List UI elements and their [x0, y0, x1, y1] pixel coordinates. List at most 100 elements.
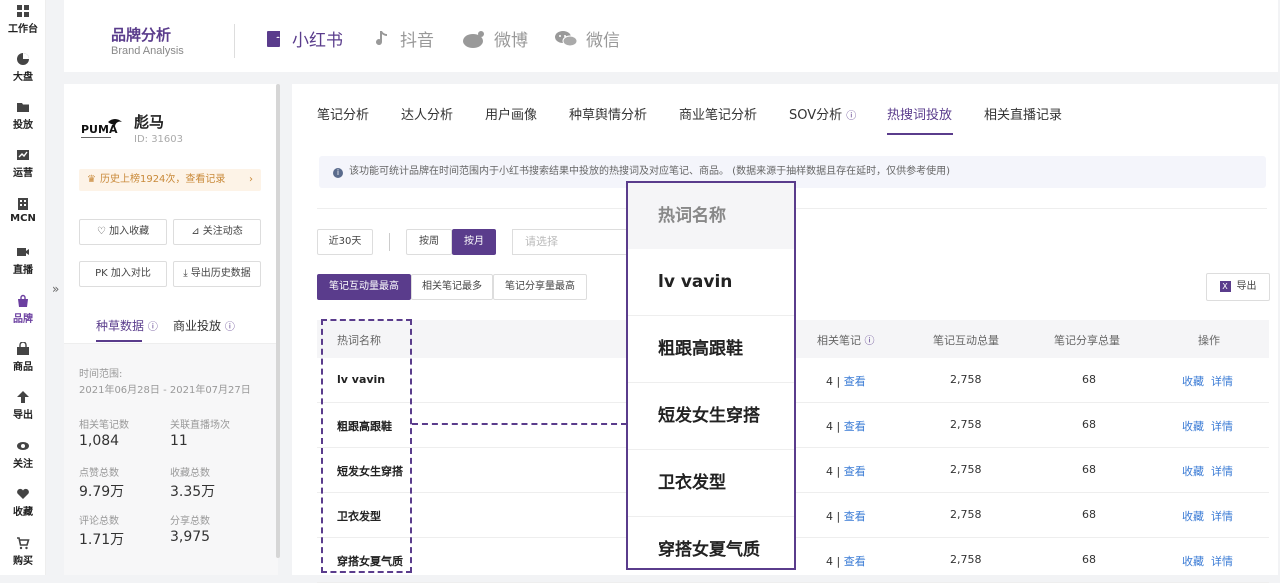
period-select[interactable]: 请选择: [512, 229, 632, 255]
nav-mcn[interactable]: MCN: [0, 197, 46, 224]
tab-live-records[interactable]: 相关直播记录: [984, 104, 1062, 123]
platform-wechat[interactable]: 微信: [554, 26, 620, 51]
tab-user-profile[interactable]: 用户画像: [485, 104, 537, 123]
tab-commercial-notes[interactable]: 商业笔记分析: [679, 104, 757, 123]
detail-link[interactable]: 详情: [1211, 465, 1233, 478]
header-label: 相关笔记: [817, 334, 861, 347]
excel-icon: X: [1219, 281, 1231, 292]
add-compare-button[interactable]: PK 加入对比: [79, 261, 167, 287]
stat-value: 3,975: [170, 529, 211, 545]
sort-interaction-button[interactable]: 笔记互动量最高: [317, 274, 411, 300]
tab-hot-search[interactable]: 热搜词投放: [887, 104, 952, 123]
platform-label: 小红书: [292, 31, 343, 51]
favorite-link[interactable]: 收藏: [1182, 375, 1204, 388]
help-icon: ⓘ: [864, 336, 875, 347]
svg-text:PUMA: PUMA: [81, 123, 118, 136]
header-interaction: 笔记互动总量: [933, 334, 999, 347]
favorite-link[interactable]: 收藏: [1182, 465, 1204, 478]
scrollbar[interactable]: [276, 84, 280, 558]
detail-link[interactable]: 详情: [1211, 555, 1233, 568]
view-link[interactable]: 查看: [844, 555, 866, 568]
nav-goods[interactable]: 商品: [0, 342, 46, 373]
tab-commercial[interactable]: 商业投放 ⓘ: [173, 317, 235, 334]
pk-icon: PK: [95, 268, 111, 279]
stat-label: 相关笔记数: [79, 420, 129, 431]
detail-link[interactable]: 详情: [1211, 375, 1233, 388]
collapse-toggle-icon[interactable]: »: [52, 282, 59, 296]
music-note-icon: [376, 30, 387, 45]
button-label: 加入收藏: [109, 226, 150, 237]
platform-weibo[interactable]: 微博: [462, 26, 528, 51]
add-favorite-button[interactable]: ♡ 加入收藏: [79, 219, 167, 245]
sort-share-button[interactable]: 笔记分享量最高: [493, 274, 587, 300]
tab-sentiment[interactable]: 种草舆情分析: [569, 104, 647, 123]
nav-export[interactable]: 导出: [0, 390, 46, 421]
platform-xiaohongshu[interactable]: 小红书: [264, 26, 343, 51]
view-link[interactable]: 查看: [844, 510, 866, 523]
tab-label: SOV分析: [789, 108, 843, 123]
export-history-button[interactable]: ⤓ 导出历史数据: [173, 261, 261, 287]
stat-label: 关联直播场次: [170, 420, 230, 431]
eye-icon: [17, 442, 29, 450]
tab-grass-data[interactable]: 种草数据 ⓘ: [96, 317, 158, 334]
by-week-button[interactable]: 按周: [406, 229, 452, 255]
page-title: 品牌分析: [111, 26, 172, 44]
pie-icon: [17, 53, 29, 65]
nav-brand[interactable]: 品牌: [0, 294, 46, 325]
favorite-link[interactable]: 收藏: [1182, 420, 1204, 433]
view-link[interactable]: 查看: [844, 420, 866, 433]
nav-overview[interactable]: 大盘: [0, 52, 46, 83]
top-bar: 品牌分析 Brand Analysis 小红书 抖音 微博 微信: [64, 0, 1278, 72]
upload-icon: [17, 391, 29, 403]
folder-icon: [17, 103, 29, 112]
nav-favorite[interactable]: 收藏: [0, 487, 46, 518]
tab-kol-analysis[interactable]: 达人分析: [401, 104, 453, 123]
nav-operation[interactable]: 运营: [0, 148, 46, 179]
tab-note-analysis[interactable]: 笔记分析: [317, 104, 369, 123]
history-record-link[interactable]: ♛ 历史上榜1924次，查看记录 ›: [79, 169, 261, 191]
favorite-link[interactable]: 收藏: [1182, 555, 1204, 568]
notes-count: 4 |: [826, 420, 841, 433]
nav-label: MCN: [10, 213, 36, 224]
button-label: 加入对比: [110, 268, 151, 279]
bag-icon: [18, 294, 28, 307]
divider: [389, 233, 390, 251]
stat-label: 收藏总数: [170, 468, 210, 479]
nav-label: 投放: [13, 120, 33, 131]
interaction-cell: 2,758: [950, 373, 982, 386]
platform-douyin[interactable]: 抖音: [372, 26, 434, 51]
button-label: 导出历史数据: [190, 268, 251, 279]
nav-label: 直播: [13, 265, 33, 276]
notes-cell: 4 | 查看: [826, 508, 866, 524]
help-icon: ⓘ: [846, 111, 857, 122]
follow-updates-button[interactable]: ⊿ 关注动态: [173, 219, 261, 245]
weibo-icon: [463, 30, 484, 48]
favorite-link[interactable]: 收藏: [1182, 510, 1204, 523]
range-value: 2021年06月28日 - 2021年07月27日: [79, 385, 251, 396]
interaction-cell: 2,758: [950, 463, 982, 476]
detail-link[interactable]: 详情: [1211, 420, 1233, 433]
detail-link[interactable]: 详情: [1211, 510, 1233, 523]
cart-icon: [17, 537, 30, 550]
nav-buy[interactable]: 购买: [0, 536, 46, 567]
help-icon: ⓘ: [147, 322, 158, 333]
tab-sov[interactable]: SOV分析 ⓘ: [789, 104, 856, 123]
nav-ads[interactable]: 投放: [0, 100, 46, 131]
sort-notes-button[interactable]: 相关笔记最多: [411, 274, 493, 300]
by-month-button[interactable]: 按月: [452, 229, 496, 255]
notes-cell: 4 | 查看: [826, 553, 866, 569]
book-icon: [267, 30, 280, 47]
actions-cell: 收藏 详情: [1182, 418, 1233, 434]
heart-outline-icon: ♡: [96, 226, 110, 237]
notes-cell: 4 | 查看: [826, 418, 866, 434]
range-30-days-button[interactable]: 近30天: [317, 229, 373, 255]
nav-follow[interactable]: 关注: [0, 439, 46, 470]
nav-workbench[interactable]: 工作台: [0, 4, 46, 35]
export-button[interactable]: X 导出: [1206, 273, 1270, 301]
building-icon: [18, 198, 28, 210]
view-link[interactable]: 查看: [844, 375, 866, 388]
nav-live[interactable]: 直播: [0, 245, 46, 276]
stat-value: 3.35万: [170, 484, 216, 500]
actions-cell: 收藏 详情: [1182, 463, 1233, 479]
view-link[interactable]: 查看: [844, 465, 866, 478]
